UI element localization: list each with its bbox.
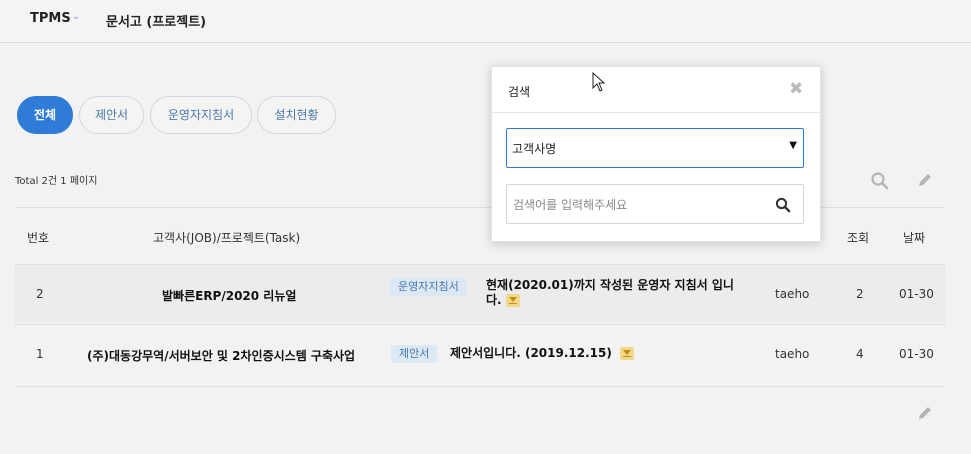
popup-divider — [492, 112, 820, 113]
search-field-select[interactable]: 고객사명 ▼ — [506, 128, 804, 168]
row-number: 2 — [36, 287, 44, 301]
tab-proposal[interactable]: 제안서 — [79, 96, 144, 134]
tab-all[interactable]: 전체 — [17, 96, 73, 134]
column-header-number: 번호 — [27, 231, 50, 245]
row-description-line1: 제안서입니다. (2019.12.15) — [450, 346, 612, 360]
caret-down-icon: ▼ — [789, 140, 797, 151]
brand-menu[interactable]: TPMS — [30, 11, 71, 26]
category-badge: 운영자지침서 — [390, 278, 467, 296]
page-title: 문서고 (프로젝트) — [106, 15, 207, 30]
row-project-link[interactable]: (주)대동강무역/서버보안 및 2차인증시스템 구축사업 — [87, 347, 355, 364]
row-date: 01-30 — [899, 287, 934, 301]
search-popup-title: 검색 — [508, 85, 531, 99]
row-description-line1: 현재(2020.01)까지 작성된 운영자 지침서 입니 — [486, 278, 734, 292]
row-description-line2: 다. — [486, 293, 502, 307]
tab-operator-guide[interactable]: 운영자지침서 — [150, 96, 252, 134]
table-bottom-border — [15, 386, 945, 387]
search-icon[interactable] — [870, 171, 890, 191]
category-badge: 제안서 — [391, 345, 438, 363]
row-project-link[interactable]: 발빠른ERP/2020 리뉴얼 — [162, 287, 296, 304]
column-header-date: 날짜 — [903, 231, 926, 245]
row-author: taeho — [775, 287, 810, 301]
result-summary: Total 2건 1 페이지 — [15, 176, 98, 187]
pencil-icon[interactable] — [916, 171, 934, 189]
chevron-down-icon[interactable]: ⌄ — [72, 11, 80, 22]
row-description[interactable]: 제안서입니다. (2019.12.15) — [450, 346, 634, 361]
row-description[interactable]: 현재(2020.01)까지 작성된 운영자 지침서 입니 다. — [486, 278, 734, 308]
top-bar: TPMS ⌄ 문서고 (프로젝트) — [0, 0, 971, 43]
search-input[interactable] — [511, 194, 765, 216]
download-icon[interactable] — [505, 294, 520, 307]
search-popup: 검색 ✖ 고객사명 ▼ — [491, 66, 821, 242]
column-header-project: 고객사(JOB)/프로젝트(Task) — [153, 231, 301, 245]
row-views: 4 — [856, 347, 864, 361]
mouse-cursor-icon — [592, 72, 606, 92]
row-date: 01-30 — [899, 347, 934, 361]
row-number: 1 — [36, 347, 44, 361]
row-views: 2 — [856, 287, 864, 301]
row-author: taeho — [775, 347, 810, 361]
search-field-value: 고객사명 — [512, 142, 557, 156]
close-icon[interactable]: ✖ — [789, 79, 803, 99]
tab-installation-status[interactable]: 설치현황 — [257, 96, 336, 134]
search-icon[interactable] — [775, 197, 791, 213]
pencil-icon[interactable] — [916, 404, 934, 422]
column-header-views: 조회 — [847, 231, 870, 245]
search-box — [506, 184, 804, 224]
download-icon[interactable] — [619, 347, 634, 360]
